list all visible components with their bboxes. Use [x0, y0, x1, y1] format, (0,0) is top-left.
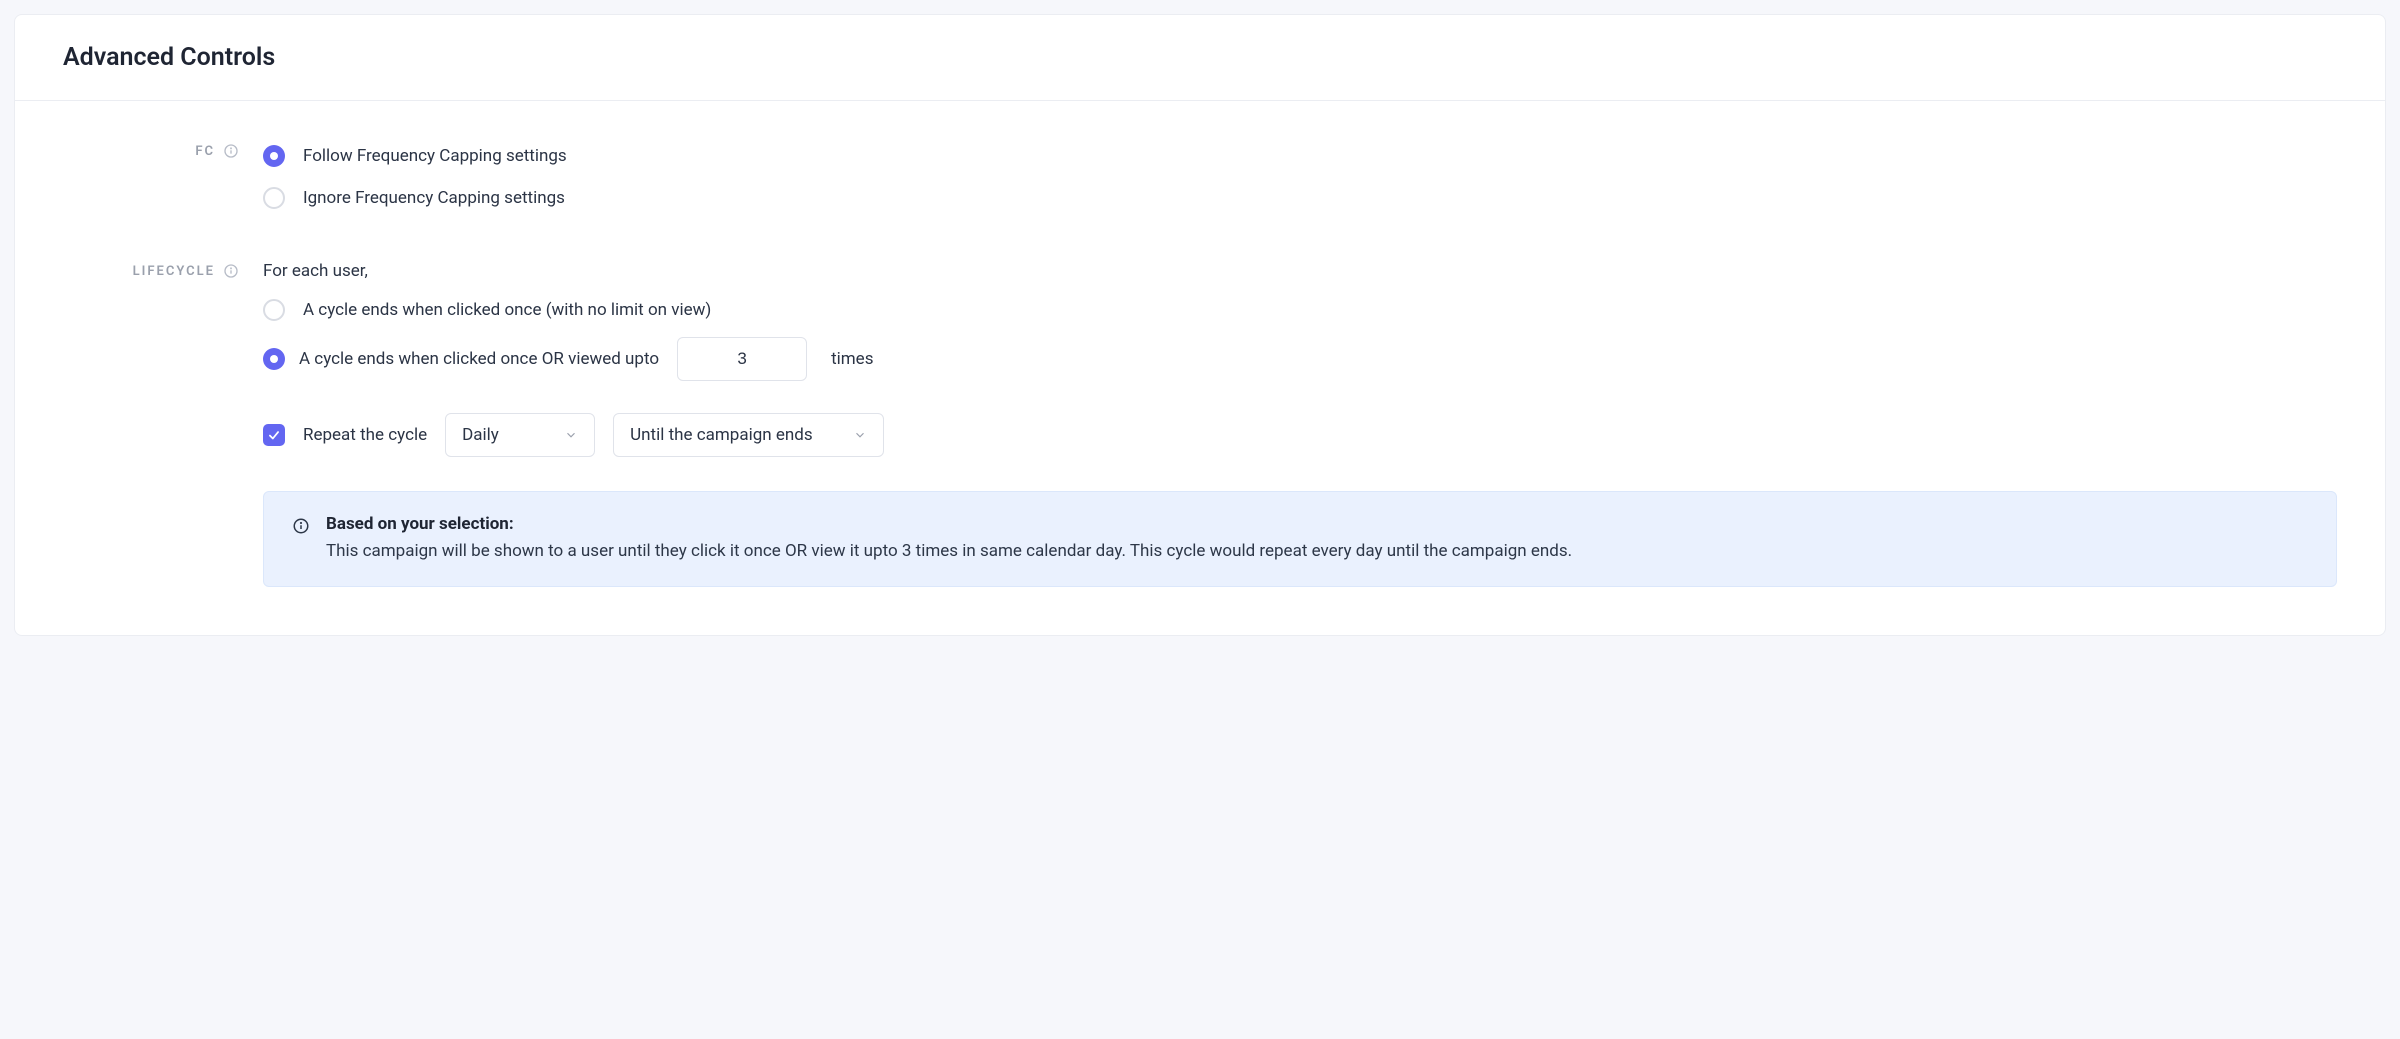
lifecycle-option-click-or-view-prefix: A cycle ends when clicked once OR viewed…	[299, 349, 659, 369]
repeat-interval-value: Daily	[462, 425, 499, 445]
lifecycle-intro: For each user,	[263, 261, 2337, 281]
info-icon[interactable]	[223, 263, 239, 279]
repeat-until-value: Until the campaign ends	[630, 425, 813, 445]
lifecycle-option-click-or-view-suffix: times	[831, 349, 873, 369]
lifecycle-option-click-once[interactable]: A cycle ends when clicked once (with no …	[263, 295, 2337, 325]
radio-checked-icon	[263, 145, 285, 167]
chevron-down-icon	[853, 428, 867, 442]
summary-content: Based on your selection: This campaign w…	[326, 514, 1572, 564]
repeat-checkbox[interactable]	[263, 424, 285, 446]
fc-controls: Follow Frequency Capping settings Ignore…	[263, 141, 2337, 213]
fc-option-follow[interactable]: Follow Frequency Capping settings	[263, 141, 2337, 171]
radio-checked-icon	[263, 348, 285, 370]
info-icon[interactable]	[223, 143, 239, 159]
repeat-interval-select[interactable]: Daily	[445, 413, 595, 457]
card-title: Advanced Controls	[63, 43, 2337, 72]
radio-unchecked-icon	[263, 187, 285, 209]
repeat-label: Repeat the cycle	[303, 425, 427, 445]
lifecycle-row: LIFECYCLE For each user, A cycle ends wh…	[63, 261, 2337, 587]
fc-option-ignore[interactable]: Ignore Frequency Capping settings	[263, 183, 2337, 213]
summary-title: Based on your selection:	[326, 514, 1572, 534]
fc-row: FC Follow Frequency Capping settings Ign…	[63, 141, 2337, 213]
radio-unchecked-icon	[263, 299, 285, 321]
lifecycle-label: LIFECYCLE	[133, 264, 215, 279]
summary-text: This campaign will be shown to a user un…	[326, 538, 1572, 564]
info-icon	[292, 517, 310, 535]
view-count-input[interactable]	[677, 337, 807, 381]
repeat-row: Repeat the cycle Daily Until the campaig…	[263, 413, 2337, 457]
advanced-controls-card: Advanced Controls FC Follow Frequency Ca…	[14, 14, 2386, 636]
lifecycle-option-click-once-label: A cycle ends when clicked once (with no …	[303, 300, 711, 320]
chevron-down-icon	[564, 428, 578, 442]
lifecycle-label-col: LIFECYCLE	[63, 261, 263, 279]
lifecycle-option-click-or-view[interactable]: A cycle ends when clicked once OR viewed…	[263, 337, 2337, 381]
fc-label-col: FC	[63, 141, 263, 159]
fc-label: FC	[195, 144, 215, 159]
fc-option-follow-label: Follow Frequency Capping settings	[303, 146, 567, 166]
check-icon	[267, 428, 281, 442]
fc-option-ignore-label: Ignore Frequency Capping settings	[303, 188, 565, 208]
card-header: Advanced Controls	[15, 15, 2385, 101]
summary-box: Based on your selection: This campaign w…	[263, 491, 2337, 587]
lifecycle-controls: For each user, A cycle ends when clicked…	[263, 261, 2337, 587]
repeat-until-select[interactable]: Until the campaign ends	[613, 413, 884, 457]
card-body: FC Follow Frequency Capping settings Ign…	[15, 101, 2385, 635]
